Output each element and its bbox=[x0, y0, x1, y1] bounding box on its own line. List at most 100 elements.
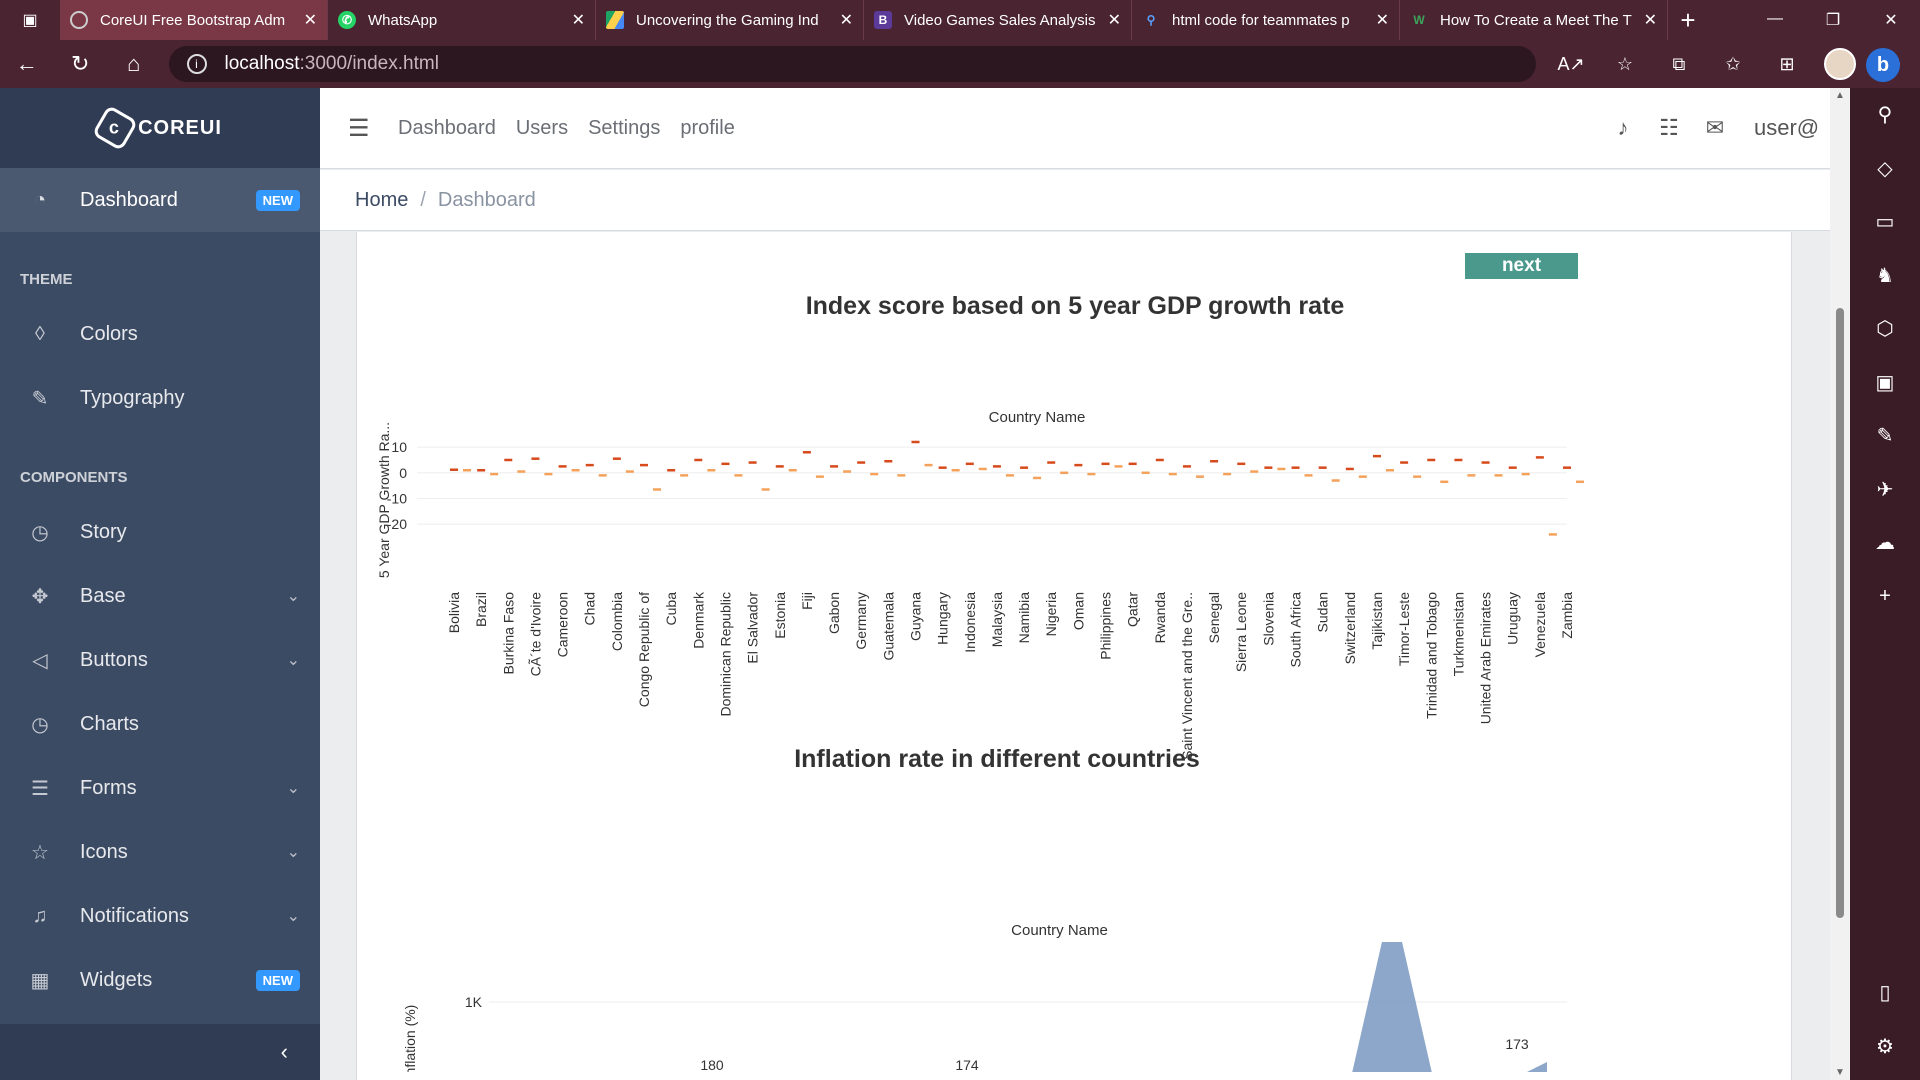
restore-icon[interactable]: ❐ bbox=[1804, 10, 1862, 30]
designer-icon[interactable]: ✎ bbox=[1850, 409, 1920, 463]
x-tick-label: Slovenia bbox=[1260, 592, 1276, 646]
browser-tab-5[interactable]: W How To Create a Meet The T ✕ bbox=[1400, 0, 1668, 40]
browser-tab-2[interactable]: Uncovering the Gaming Ind ✕ bbox=[596, 0, 864, 40]
sidebar-item-story[interactable]: ◷ Story bbox=[0, 500, 320, 564]
x-tick-label: Indonesia bbox=[962, 592, 978, 653]
bing-icon[interactable]: b bbox=[1866, 48, 1900, 82]
sidebar-item-label: Colors bbox=[80, 322, 138, 345]
bell-icon: ♫ bbox=[32, 904, 48, 927]
browser-tab-0[interactable]: CoreUI Free Bootstrap Adm ✕ bbox=[60, 0, 328, 40]
scroll-down-icon[interactable]: ▼ bbox=[1834, 1067, 1846, 1078]
header-nav-settings[interactable]: Settings bbox=[588, 117, 660, 140]
header-nav-users[interactable]: Users bbox=[516, 117, 568, 140]
sidebar-item-widgets[interactable]: ▦ Widgets NEW bbox=[0, 948, 320, 1012]
new-badge: NEW bbox=[255, 969, 300, 991]
read-aloud-icon[interactable]: A↗ bbox=[1544, 54, 1598, 75]
next-button[interactable]: next bbox=[1465, 253, 1578, 279]
scroll-up-icon[interactable]: ▲ bbox=[1834, 90, 1846, 101]
gdp-chart-title: Index score based on 5 year GDP growth r… bbox=[805, 292, 1345, 320]
sidebar-item-label: Dashboard bbox=[80, 188, 178, 211]
drop-icon[interactable]: ☁ bbox=[1850, 516, 1920, 570]
breadcrumb: Home / Dashboard bbox=[320, 170, 1830, 231]
home-icon[interactable]: ⌂ bbox=[107, 51, 161, 77]
close-icon[interactable]: ✕ bbox=[1644, 10, 1657, 30]
refresh-icon[interactable]: ↻ bbox=[54, 51, 108, 77]
x-tick-label: Malaysia bbox=[989, 592, 1005, 647]
close-icon[interactable]: ✕ bbox=[1108, 10, 1121, 30]
header-nav-dashboard[interactable]: Dashboard bbox=[398, 117, 496, 140]
sidebar-item-dashboard[interactable]: ◔ Dashboard NEW bbox=[0, 168, 320, 232]
sidebar-item-label: Forms bbox=[80, 776, 137, 799]
sidebar-item-buttons[interactable]: ◁ Buttons ⌄ bbox=[0, 628, 320, 692]
scroll-thumb[interactable] bbox=[1836, 308, 1844, 918]
sidebar-item-typography[interactable]: ✎ Typography bbox=[0, 366, 320, 430]
speedometer-icon: ◔ bbox=[33, 188, 47, 211]
page-scrollbar[interactable]: ▲ ▼ bbox=[1830, 88, 1850, 1080]
sidebar-collapse-button[interactable]: ‹ bbox=[0, 1024, 320, 1080]
send-icon[interactable]: ✈ bbox=[1850, 463, 1920, 517]
games-icon[interactable]: ♞ bbox=[1850, 249, 1920, 303]
close-icon[interactable]: ✕ bbox=[304, 10, 317, 30]
back-icon[interactable]: ← bbox=[0, 51, 54, 77]
outlook-icon[interactable]: ▣ bbox=[1850, 356, 1920, 410]
story-icon: ◷ bbox=[31, 521, 49, 544]
tab-actions-icon[interactable]: ▣ bbox=[0, 0, 60, 40]
breadcrumb-home[interactable]: Home bbox=[355, 189, 408, 212]
sidebar-item-icons[interactable]: ☆ Icons ⌄ bbox=[0, 820, 320, 884]
dashboard-card: next Index score based on 5 year GDP gro… bbox=[356, 232, 1792, 1080]
chevron-down-icon: ⌄ bbox=[286, 908, 300, 925]
close-icon[interactable]: ✕ bbox=[840, 10, 853, 30]
browser-tab-1[interactable]: ✆ WhatsApp ✕ bbox=[328, 0, 596, 40]
sidebar-item-base[interactable]: ✥ Base ⌄ bbox=[0, 564, 320, 628]
data-label: 180 bbox=[700, 1057, 724, 1072]
settings-icon[interactable]: ⚙ bbox=[1850, 1020, 1920, 1074]
sidebar-item-charts[interactable]: ◷ Charts bbox=[0, 692, 320, 756]
x-tick-label: Namibia bbox=[1016, 592, 1032, 644]
sidebar-item-label: Charts bbox=[80, 712, 139, 735]
breadcrumb-separator: / bbox=[420, 188, 426, 211]
bell-icon[interactable]: ♪ bbox=[1600, 115, 1646, 141]
close-icon[interactable]: ✕ bbox=[572, 10, 585, 30]
sidebar-toggle-icon[interactable]: ▯ bbox=[1850, 966, 1920, 1020]
avatar[interactable]: user@ bbox=[1754, 115, 1819, 141]
extensions-icon[interactable]: ⧉ bbox=[1652, 54, 1706, 75]
new-tab-button[interactable]: + bbox=[1668, 5, 1708, 36]
list-icon[interactable]: ☷ bbox=[1646, 115, 1692, 141]
collections-icon[interactable]: ⊞ bbox=[1760, 54, 1814, 75]
browser-tab-3[interactable]: B Video Games Sales Analysis ✕ bbox=[864, 0, 1132, 40]
sidebar-item-colors[interactable]: ◊ Colors bbox=[0, 302, 320, 366]
add-favorite-icon[interactable]: ☆ bbox=[1598, 54, 1652, 75]
x-tick-label: Cuba bbox=[663, 592, 679, 626]
minimize-icon[interactable]: — bbox=[1746, 10, 1804, 30]
y-tick-label: 10 bbox=[391, 439, 407, 455]
url-path: :3000/index.html bbox=[299, 53, 439, 74]
favorites-icon[interactable]: ✩ bbox=[1706, 54, 1760, 75]
chevron-down-icon: ⌄ bbox=[286, 780, 300, 797]
add-icon[interactable]: + bbox=[1850, 570, 1920, 624]
header-nav-profile[interactable]: profile bbox=[680, 117, 734, 140]
tag-icon[interactable]: ◇ bbox=[1850, 142, 1920, 196]
browser-addressbar: ← ↻ ⌂ i localhost:3000/index.html A↗ ☆ ⧉… bbox=[0, 40, 1920, 88]
briefcase-icon[interactable]: ▭ bbox=[1850, 195, 1920, 249]
browser-tab-4[interactable]: ⚲ html code for teammates p ✕ bbox=[1132, 0, 1400, 40]
window-close-icon[interactable]: ✕ bbox=[1862, 10, 1920, 30]
x-tick-label: Congo Republic of bbox=[636, 592, 652, 707]
sidebar-item-forms[interactable]: ☰ Forms ⌄ bbox=[0, 756, 320, 820]
x-tick-label: Colombia bbox=[609, 592, 625, 651]
office-icon[interactable]: ⬡ bbox=[1850, 302, 1920, 356]
menu-toggle-icon[interactable]: ☰ bbox=[348, 114, 374, 143]
search-icon[interactable]: ⚲ bbox=[1850, 88, 1920, 142]
brand-logo[interactable]: c COREUI bbox=[0, 88, 320, 168]
profile-avatar[interactable] bbox=[1823, 48, 1856, 80]
sidebar-item-notifications[interactable]: ♫ Notifications ⌄ bbox=[0, 884, 320, 948]
close-icon[interactable]: ✕ bbox=[1376, 10, 1389, 30]
tab-title: CoreUI Free Bootstrap Adm bbox=[100, 11, 286, 29]
sidebar-item-label: Buttons bbox=[80, 648, 148, 671]
info-icon[interactable]: i bbox=[186, 54, 207, 74]
sidebar-item-label: Widgets bbox=[80, 968, 153, 991]
x-tick-label: Senegal bbox=[1206, 592, 1222, 643]
brand-name: COREUI bbox=[138, 116, 222, 139]
envelope-icon[interactable]: ✉ bbox=[1692, 115, 1738, 141]
url-input[interactable]: i localhost:3000/index.html bbox=[168, 46, 1536, 82]
x-tick-label: Germany bbox=[853, 592, 869, 650]
